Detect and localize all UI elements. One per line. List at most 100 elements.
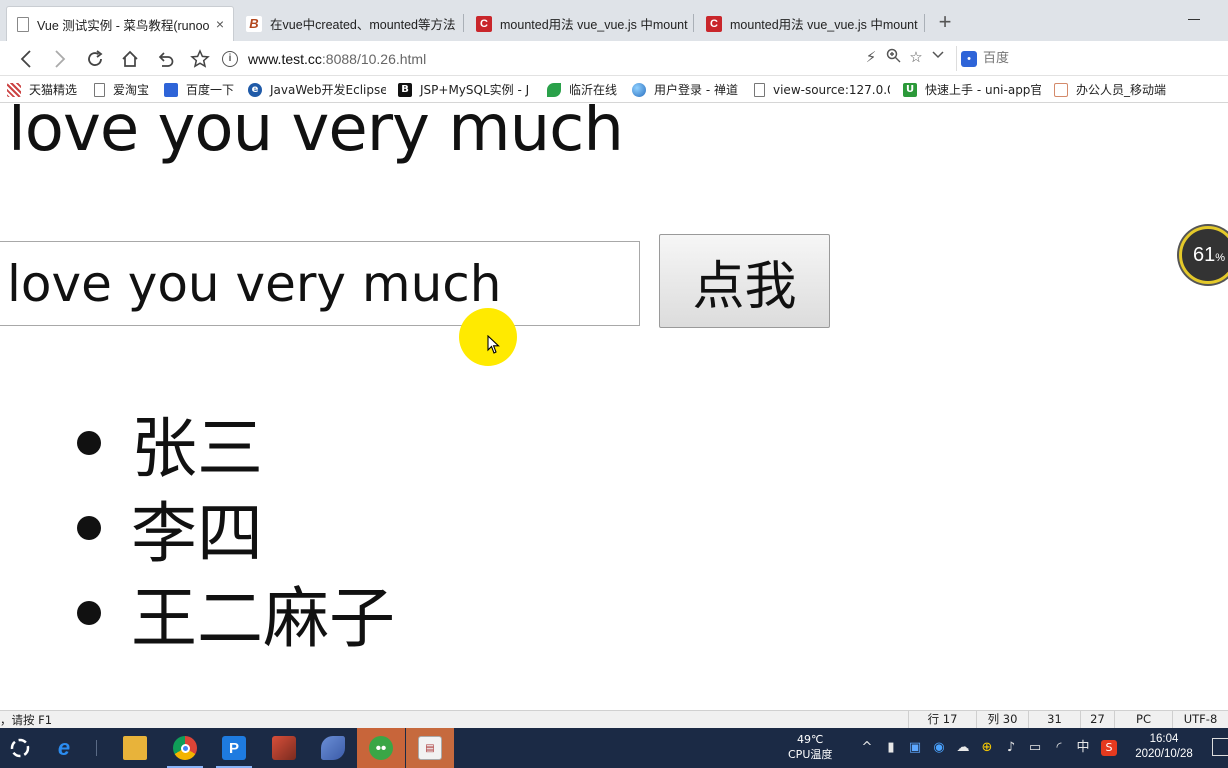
wechat-app[interactable]: •• <box>357 728 405 768</box>
search-input[interactable] <box>983 51 1183 66</box>
tab-title: Vue 测试实例 - 菜鸟教程(runoob <box>37 18 209 33</box>
search-box[interactable]: • <box>956 46 1228 71</box>
bookmark-item[interactable]: e JavaWeb开发Eclipse <box>248 80 386 99</box>
eclipse-icon <box>321 736 345 760</box>
url-text[interactable]: www.test.cc:8088/10.26.html <box>248 51 426 67</box>
baidu-paw-icon: • <box>961 50 977 67</box>
b3-logo-icon: B <box>246 15 262 32</box>
bookmark-label: 用户登录 - 禅道 <box>654 83 738 97</box>
close-tab-icon[interactable]: × <box>213 16 227 32</box>
tray-app-icon[interactable]: ▮ <box>882 739 900 757</box>
back-arrow-icon <box>20 50 31 68</box>
baidu-paw-icon <box>164 82 178 97</box>
tab-title: 在vue中created、mounted等方法 <box>270 18 456 32</box>
onedrive-icon[interactable]: ☁ <box>954 739 972 757</box>
tray-monitor-icon[interactable]: ▣ <box>906 739 924 757</box>
eclipse-app[interactable] <box>309 728 357 768</box>
tab-title: mounted用法 vue_vue.js 中mount <box>500 18 688 32</box>
bookmark-item[interactable]: view-source:127.0.0 <box>754 80 890 99</box>
zoom-icon[interactable] <box>884 48 902 67</box>
home-icon <box>122 50 138 67</box>
taskbar-separator <box>96 740 97 756</box>
home-button[interactable] <box>118 47 142 71</box>
forward-arrow-icon <box>55 50 66 68</box>
back-button[interactable] <box>14 47 38 71</box>
system-clock[interactable]: 16:04 2020/10/28 <box>1128 732 1200 762</box>
bookmark-item[interactable]: 办公人员_移动端 <box>1054 80 1174 99</box>
bullet-icon <box>77 430 101 455</box>
bookmark-item[interactable]: 爱淘宝 <box>94 80 158 99</box>
reload-button[interactable] <box>83 47 107 71</box>
page-icon <box>17 16 29 32</box>
csdn-logo-icon: C <box>476 15 492 32</box>
list-item: 张三 <box>76 400 395 487</box>
click-me-button[interactable]: 点我 <box>659 234 830 328</box>
windows-taskbar: e P •• ▤ 49℃ CPU温度 ^ ▮ ▣ ◉ ☁ ⊕ ♪ ▭ ◜ 中 S … <box>0 728 1228 768</box>
tray-plus-icon[interactable]: ⊕ <box>978 739 996 757</box>
undo-close-button[interactable] <box>153 47 177 71</box>
start-button[interactable] <box>0 728 40 768</box>
bookmark-item[interactable]: 临沂在线 <box>547 80 623 99</box>
bookmark-item[interactable]: U 快速上手 - uni-app官 <box>903 80 1041 99</box>
tab-divider <box>693 14 694 32</box>
recorder-icon: ▤ <box>418 736 442 760</box>
message-heading: love you very much <box>8 104 624 166</box>
lightning-icon[interactable]: ⚡ <box>862 48 880 66</box>
list-item-text: 李四 <box>131 494 263 572</box>
bookmarks-bar: 天猫精选 爱淘宝 百度一下 e JavaWeb开发Eclipse B JSP+MyS… <box>0 76 1228 103</box>
address-bar[interactable]: i www.test.cc:8088/10.26.html <box>222 46 952 71</box>
bookmark-item[interactable]: 天猫精选 <box>7 80 85 99</box>
globe-icon <box>632 82 646 97</box>
tray-qq-icon[interactable]: ◉ <box>930 739 948 757</box>
folder-icon <box>123 736 147 760</box>
new-tab-button[interactable]: + <box>934 10 956 34</box>
status-cell: 31 <box>1028 711 1080 728</box>
notification-center-icon[interactable] <box>1212 738 1228 756</box>
sogou-input-icon[interactable]: S <box>1100 739 1118 757</box>
bookmark-item[interactable]: 用户登录 - 禅道 <box>632 80 744 99</box>
page-content: love you very much 点我 张三 李四 王二麻子 61% <box>0 104 1228 710</box>
cpu-usage-gauge[interactable]: 61% <box>1179 226 1228 284</box>
tab-vue-created[interactable]: B 在vue中created、mounted等方法 <box>236 6 460 41</box>
message-input[interactable] <box>0 241 640 326</box>
tmall-icon <box>7 82 21 97</box>
page-icon <box>94 82 105 97</box>
column-number: 列 30 <box>976 711 1028 728</box>
tab-mounted-2[interactable]: C mounted用法 vue_vue.js 中mount <box>696 6 922 41</box>
tab-mounted-1[interactable]: C mounted用法 vue_vue.js 中mount <box>466 6 688 41</box>
chevron-down-icon[interactable] <box>929 48 947 63</box>
editor-status-bar: ，请按 F1 行 17 列 30 31 27 PC UTF-8 <box>0 710 1228 728</box>
cpu-percent: 61 <box>1193 243 1216 266</box>
favorite-star-button[interactable] <box>188 47 212 71</box>
recorder-app[interactable]: ▤ <box>406 728 454 768</box>
editor-app[interactable] <box>260 728 308 768</box>
battery-icon[interactable]: ▭ <box>1026 739 1044 757</box>
bookmark-star-icon[interactable]: ☆ <box>907 48 925 66</box>
volume-icon[interactable]: ♪ <box>1002 739 1020 757</box>
bookmark-item[interactable]: 百度一下 <box>164 80 240 99</box>
tray-expand-icon[interactable]: ^ <box>858 739 876 757</box>
minimize-window-button[interactable] <box>1188 10 1202 24</box>
chrome-icon <box>173 736 197 760</box>
site-info-icon[interactable]: i <box>222 50 238 67</box>
bookmark-label: JSP+MySQL实例 - J <box>420 83 530 97</box>
leaf-icon <box>547 82 561 97</box>
bullet-icon <box>77 515 101 540</box>
clock-time: 16:04 <box>1149 733 1179 745</box>
help-hint: ，请按 F1 <box>0 713 53 727</box>
cpu-temperature[interactable]: 49℃ CPU温度 <box>788 732 832 762</box>
wifi-icon[interactable]: ◜ <box>1050 739 1068 757</box>
star-icon <box>190 49 210 68</box>
chrome-app[interactable] <box>161 728 209 768</box>
reload-icon <box>88 50 103 66</box>
csdn-logo-icon: C <box>706 15 722 32</box>
bookmark-label: JavaWeb开发Eclipse <box>270 83 386 97</box>
ie-browser-app[interactable]: e <box>40 728 88 768</box>
tab-vue-runoob[interactable]: Vue 测试实例 - 菜鸟教程(runoob × <box>6 6 234 41</box>
bookmark-item[interactable]: B JSP+MySQL实例 - J <box>398 80 536 99</box>
ime-indicator[interactable]: 中 <box>1074 739 1092 757</box>
file-explorer-app[interactable] <box>111 728 159 768</box>
page-icon <box>754 82 765 97</box>
forward-button[interactable] <box>48 47 72 71</box>
p-app[interactable]: P <box>210 728 258 768</box>
